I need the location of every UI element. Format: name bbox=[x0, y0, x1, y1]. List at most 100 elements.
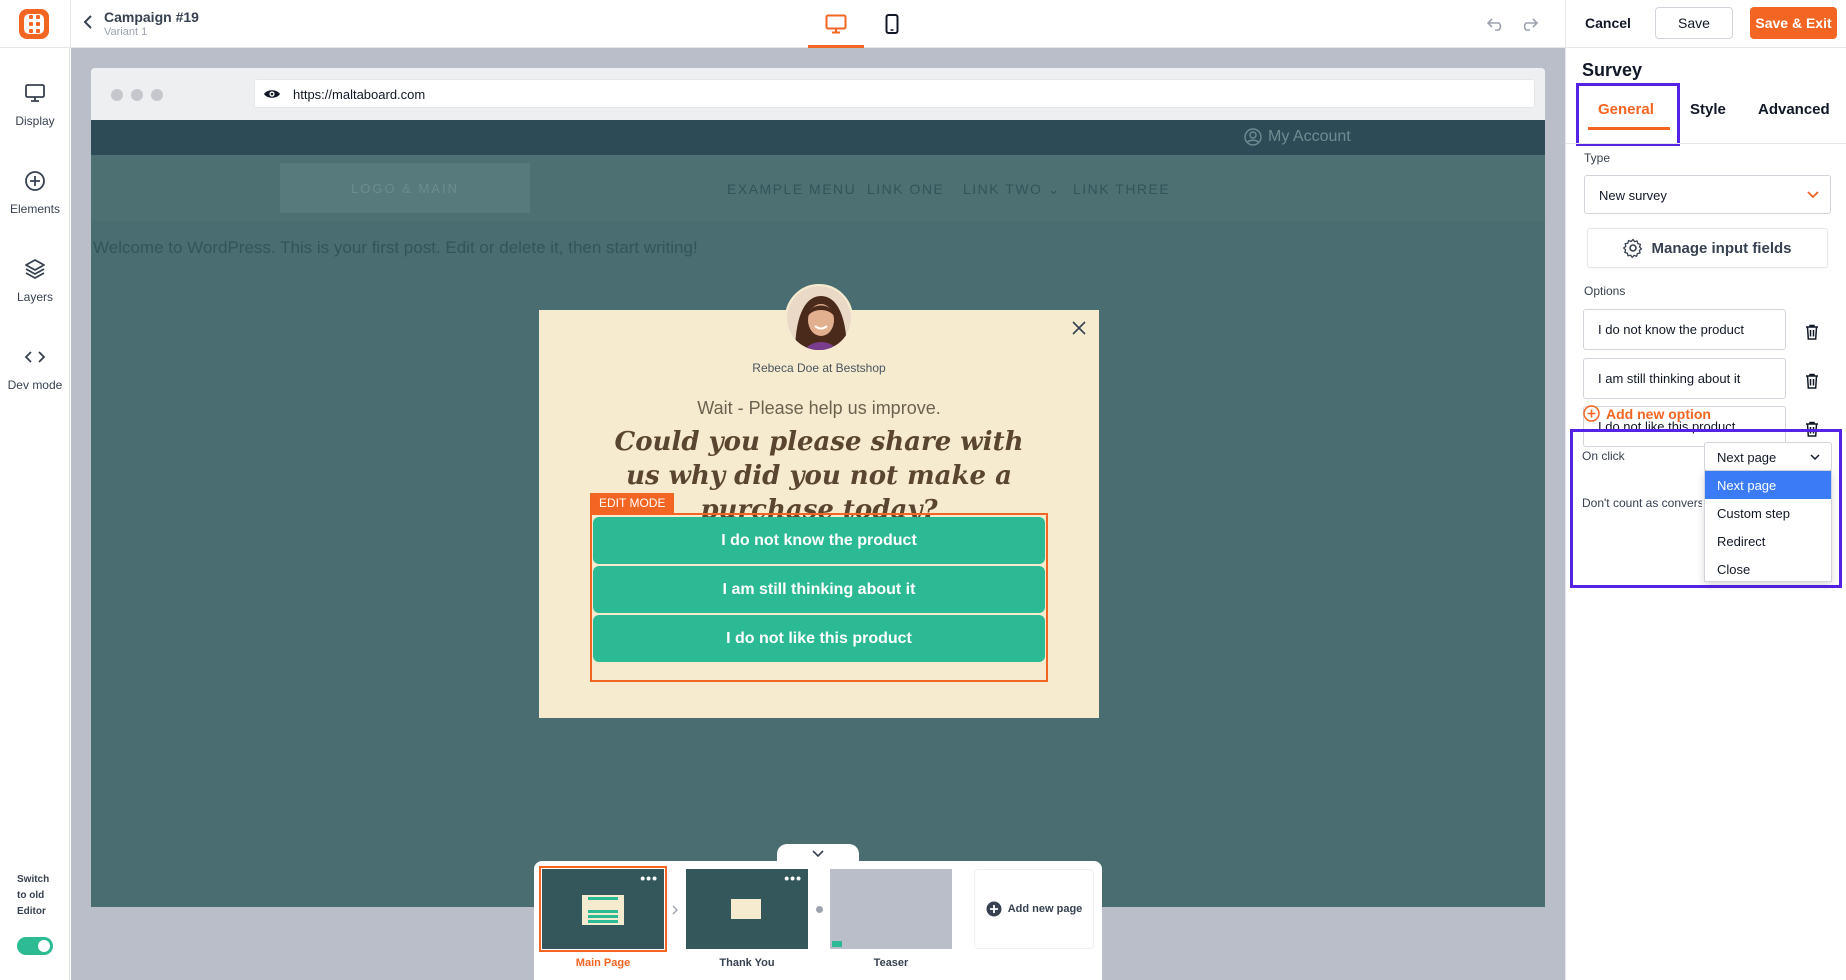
chevron-right-icon bbox=[672, 905, 678, 915]
url-text: https://maltaboard.com bbox=[293, 87, 426, 102]
survey-option-button[interactable]: I am still thinking about it bbox=[593, 566, 1045, 613]
eye-icon[interactable] bbox=[262, 86, 282, 102]
type-label: Type bbox=[1584, 151, 1611, 165]
url-bar[interactable]: https://maltaboard.com bbox=[254, 79, 1535, 108]
dont-count-conversion-label: Don't count as conversion bbox=[1582, 496, 1702, 510]
sidebar-item-label: Elements bbox=[9, 202, 61, 216]
chevron-down-icon bbox=[812, 850, 824, 858]
page-label: Thank You bbox=[719, 957, 775, 969]
panel-title: Survey bbox=[1582, 60, 1643, 80]
nav-link: LINK THREE bbox=[1073, 181, 1171, 197]
chevron-down-icon bbox=[1807, 191, 1819, 199]
survey-popup[interactable]: Rebeca Doe at Bestshop Wait - Please hel… bbox=[539, 284, 1099, 718]
options-label: Options bbox=[1584, 284, 1626, 298]
trash-icon[interactable] bbox=[1803, 322, 1821, 342]
plus-circle-icon bbox=[1583, 405, 1600, 422]
nav-link: LINK ONE bbox=[867, 181, 945, 197]
site-navigation: LOGO & MAIN EXAMPLE MENU LINK ONE LINK T… bbox=[91, 155, 1545, 221]
thumb-preview bbox=[731, 899, 761, 919]
add-option-button[interactable]: Add new option bbox=[1583, 405, 1711, 422]
active-tab-indicator bbox=[1588, 127, 1670, 130]
close-icon[interactable] bbox=[1067, 316, 1091, 340]
page-strip: ••• Main Page ••• Thank You Teaser Add n… bbox=[534, 861, 1102, 980]
divider bbox=[70, 0, 71, 48]
survey-type-select[interactable]: New survey bbox=[1584, 175, 1831, 214]
redo-icon[interactable] bbox=[1519, 14, 1539, 34]
divider bbox=[1566, 143, 1846, 144]
page-thumb-teaser[interactable] bbox=[830, 869, 952, 949]
avatar bbox=[785, 284, 853, 352]
page-label: Teaser bbox=[873, 957, 909, 969]
survey-option-button[interactable]: I do not know the product bbox=[593, 517, 1045, 564]
sidebar-item-layers[interactable]: Layers bbox=[0, 248, 70, 318]
onclick-select[interactable]: Next page bbox=[1704, 442, 1832, 471]
desktop-view-icon[interactable] bbox=[822, 10, 850, 38]
nav-link: EXAMPLE MENU bbox=[727, 181, 857, 197]
website-preview: My Account LOGO & MAIN EXAMPLE MENU LINK… bbox=[91, 120, 1545, 907]
page-label: Main Page bbox=[575, 957, 631, 969]
nav-link: LINK TWO ⌄ bbox=[963, 181, 1062, 197]
more-icon[interactable]: ••• bbox=[640, 871, 658, 885]
code-icon bbox=[22, 344, 48, 370]
more-icon[interactable]: ••• bbox=[784, 871, 802, 885]
teaser-marker bbox=[832, 941, 842, 947]
dropdown-option[interactable]: Close bbox=[1705, 555, 1831, 583]
page-thumb-main[interactable]: ••• bbox=[539, 866, 667, 952]
switch-editor-label: Switch to old Editor bbox=[17, 874, 50, 917]
dropdown-option[interactable]: Next page bbox=[1705, 471, 1831, 499]
separator-dot bbox=[816, 906, 823, 913]
trash-icon[interactable] bbox=[1803, 371, 1821, 391]
window-dot bbox=[111, 89, 123, 101]
top-bar: Campaign #19 Variant 1 Cancel Save Save … bbox=[0, 0, 1846, 48]
sidebar-item-label: Display bbox=[15, 114, 55, 128]
plus-circle-icon bbox=[22, 168, 48, 194]
window-dot bbox=[131, 89, 143, 101]
popup-author: Rebeca Doe at Bestshop bbox=[752, 361, 886, 375]
browser-frame: https://maltaboard.com My Account LOGO &… bbox=[91, 68, 1545, 907]
cancel-button[interactable]: Cancel bbox=[1574, 8, 1642, 38]
plus-circle-icon bbox=[986, 901, 1002, 917]
sidebar-item-display[interactable]: Display bbox=[0, 72, 70, 142]
post-text: Welcome to WordPress. This is your first… bbox=[93, 238, 698, 257]
save-button[interactable]: Save bbox=[1655, 7, 1733, 39]
layers-icon bbox=[22, 256, 48, 282]
sidebar-item-label: Layers bbox=[16, 290, 54, 304]
page-thumb-thank-you[interactable]: ••• bbox=[686, 869, 808, 949]
popup-subtitle: Wait - Please help us improve. bbox=[697, 398, 941, 418]
divider bbox=[1565, 0, 1566, 48]
chevron-down-icon bbox=[1810, 454, 1820, 461]
my-account-link: My Account bbox=[1244, 128, 1351, 146]
back-chevron-icon[interactable] bbox=[80, 12, 96, 32]
switch-editor-toggle[interactable] bbox=[17, 937, 53, 955]
properties-panel: Survey General Style Advanced Type New s… bbox=[1565, 48, 1846, 980]
survey-option-button[interactable]: I do not like this product bbox=[593, 615, 1045, 662]
site-logo: LOGO & MAIN bbox=[280, 163, 530, 213]
save-exit-button[interactable]: Save & Exit bbox=[1750, 7, 1837, 39]
sidebar-item-dev-mode[interactable]: Dev mode bbox=[0, 336, 70, 406]
window-dot bbox=[151, 89, 163, 101]
sidebar-item-elements[interactable]: Elements bbox=[0, 160, 70, 230]
left-sidebar: Display Elements Layers Dev mode Switch … bbox=[0, 48, 70, 980]
user-icon bbox=[1244, 128, 1262, 146]
undo-icon[interactable] bbox=[1486, 14, 1506, 34]
monitor-icon bbox=[22, 80, 48, 106]
app-logo[interactable] bbox=[19, 9, 49, 39]
tab-style[interactable]: Style bbox=[1690, 101, 1726, 118]
dropdown-option[interactable]: Custom step bbox=[1705, 499, 1831, 527]
add-page-button[interactable]: Add new page bbox=[974, 869, 1094, 949]
onclick-dropdown: Next page Custom step Redirect Close bbox=[1704, 470, 1832, 582]
dropdown-option[interactable]: Redirect bbox=[1705, 527, 1831, 555]
onclick-label: On click bbox=[1582, 449, 1625, 463]
manage-input-fields-button[interactable]: Manage input fields bbox=[1587, 228, 1828, 268]
thumb-preview bbox=[582, 895, 624, 925]
mobile-view-icon[interactable] bbox=[878, 10, 906, 38]
site-top-header: My Account bbox=[91, 120, 1545, 155]
browser-toolbar: https://maltaboard.com bbox=[91, 68, 1545, 120]
campaign-title[interactable]: Campaign #19 bbox=[104, 9, 199, 25]
sidebar-item-label: Dev mode bbox=[7, 378, 63, 392]
tab-general[interactable]: General bbox=[1598, 101, 1654, 118]
option-input[interactable]: I am still thinking about it bbox=[1583, 358, 1786, 399]
option-input[interactable]: I do not know the product bbox=[1583, 309, 1786, 350]
edit-mode-badge: EDIT MODE bbox=[590, 493, 675, 513]
tab-advanced[interactable]: Advanced bbox=[1758, 101, 1830, 118]
